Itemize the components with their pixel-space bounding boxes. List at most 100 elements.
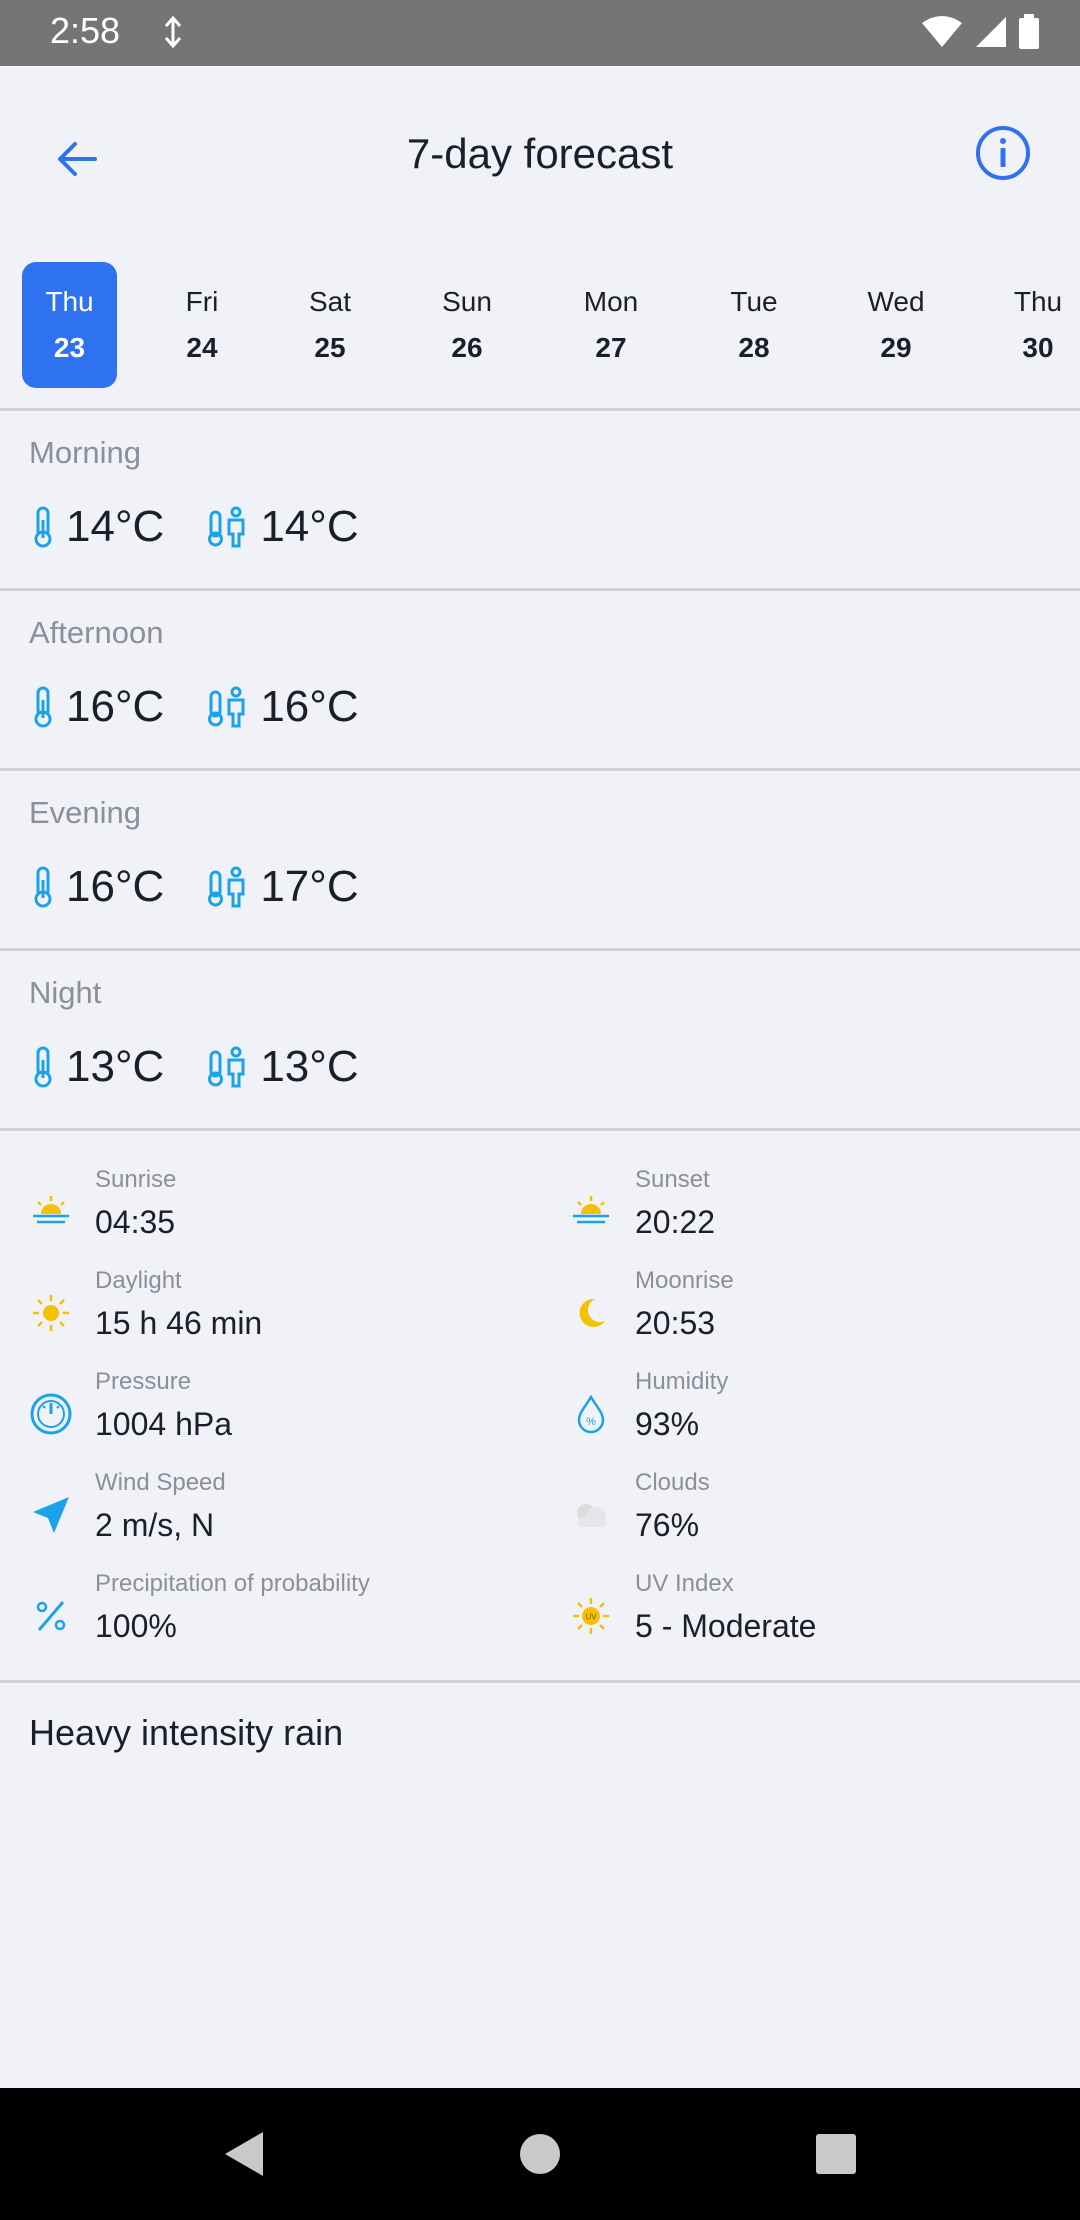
nav-back-button[interactable] — [212, 2122, 276, 2186]
triangle-back-icon — [225, 2132, 263, 2176]
feels-like-temperature: 14°C — [260, 502, 359, 551]
status-bar: 2:58 — [0, 0, 1080, 66]
detail-precipitation: Precipitation of probability 100% — [29, 1570, 529, 1660]
detail-wind: Wind Speed 2 m/s, N — [29, 1469, 529, 1559]
nav-home-button[interactable] — [508, 2122, 572, 2186]
sync-icon — [164, 15, 182, 49]
temperature: 13°C — [66, 1042, 165, 1091]
navigation-bar — [0, 2088, 1080, 2220]
thermometer-icon — [34, 506, 52, 548]
gauge-icon — [29, 1392, 73, 1436]
percent-icon — [29, 1594, 73, 1638]
detail-value: 5 - Moderate — [635, 1608, 817, 1644]
day-tab-selected[interactable]: Thu 23 — [22, 262, 117, 388]
feels-like-temperature: 16°C — [260, 682, 359, 731]
square-recents-icon — [816, 2134, 856, 2174]
humidity-drop-icon: % — [569, 1392, 613, 1436]
day-number: 23 — [53, 332, 86, 363]
signal-icon — [976, 17, 1006, 47]
detail-label: Wind Speed — [95, 1469, 226, 1496]
day-number: 28 — [738, 332, 770, 363]
detail-humidity: % Humidity 93% — [569, 1368, 1069, 1458]
day-number: 30 — [1022, 332, 1054, 363]
day-tab[interactable]: Sun 26 — [417, 262, 517, 388]
day-number: 27 — [595, 332, 627, 363]
thermometer-icon — [34, 686, 52, 728]
temperature: 14°C — [66, 502, 165, 551]
day-tab[interactable]: Mon 27 — [561, 262, 661, 388]
info-icon — [976, 126, 1030, 180]
detail-label: Sunset — [635, 1166, 710, 1193]
detail-clouds: Clouds 76% — [569, 1469, 1069, 1559]
detail-value: 15 h 46 min — [95, 1305, 263, 1341]
page-title: 7-day forecast — [406, 130, 674, 177]
feels-like-temperature: 17°C — [260, 862, 359, 911]
detail-sunset: Sunset 20:22 — [569, 1166, 1069, 1256]
detail-value: 04:35 — [95, 1204, 176, 1240]
day-tab[interactable]: Sat 25 — [280, 262, 380, 388]
temperature: 16°C — [66, 862, 165, 911]
day-selector: Thu 23 Fri 24 Sat 25 Sun 26 Mon 27 Tue 2… — [0, 262, 1080, 392]
day-name: Thu — [1013, 286, 1063, 317]
detail-value: 76% — [635, 1507, 700, 1543]
detail-value: 93% — [635, 1406, 700, 1442]
thermometer-icon — [34, 866, 52, 908]
battery-icon — [1019, 14, 1039, 49]
info-button[interactable] — [970, 120, 1036, 186]
day-number: 24 — [186, 332, 218, 363]
wind-direction-icon — [29, 1493, 73, 1537]
period-values: 14°C 14°C — [32, 502, 403, 551]
period-label: Afternoon — [29, 615, 164, 650]
detail-label: Humidity — [635, 1368, 729, 1395]
day-name: Thu — [45, 286, 94, 317]
sunset-icon — [569, 1190, 613, 1234]
day-number: 26 — [451, 332, 483, 363]
nav-recents-button[interactable] — [804, 2122, 868, 2186]
detail-pressure: Pressure 1004 hPa — [29, 1368, 529, 1458]
thermometer-icon — [34, 1046, 52, 1088]
detail-label: Precipitation of probability — [95, 1570, 370, 1597]
feels-like-icon — [208, 1046, 245, 1088]
detail-value: 100% — [95, 1608, 177, 1644]
status-icons — [920, 14, 1040, 50]
period-label: Morning — [29, 435, 141, 470]
uv-icon: UV — [569, 1594, 613, 1638]
status-time: 2:58 — [50, 10, 121, 51]
day-tab[interactable]: Thu 30 — [988, 262, 1080, 388]
period-night: Night 13°C 13°C — [0, 951, 1080, 1129]
day-name: Fri — [185, 286, 219, 317]
feels-like-temperature: 13°C — [260, 1042, 359, 1091]
day-name: Wed — [867, 286, 925, 317]
temperature: 16°C — [66, 682, 165, 731]
day-name: Sat — [308, 286, 352, 317]
day-tab[interactable]: Wed 29 — [846, 262, 946, 388]
period-afternoon: Afternoon 16°C 16°C — [0, 591, 1080, 769]
weather-description: Heavy intensity rain — [29, 1712, 344, 1753]
svg-text:UV: UV — [585, 1613, 597, 1622]
day-number: 29 — [880, 332, 912, 363]
divider — [0, 1128, 1080, 1131]
detail-label: Clouds — [635, 1469, 710, 1496]
detail-value: 1004 hPa — [95, 1406, 233, 1442]
svg-text:%: % — [586, 1416, 596, 1428]
app-bar: 7-day forecast — [0, 66, 1080, 242]
period-morning: Morning 14°C 14°C — [0, 411, 1080, 589]
detail-label: Pressure — [95, 1368, 192, 1395]
circle-home-icon — [520, 2134, 560, 2174]
detail-label: Moonrise — [635, 1267, 734, 1294]
feels-like-icon — [208, 686, 245, 728]
detail-uv-index: UV UV Index 5 - Moderate — [569, 1570, 1069, 1660]
cloud-icon — [569, 1493, 613, 1537]
detail-moonrise: Moonrise 20:53 — [569, 1267, 1069, 1357]
detail-sunrise: Sunrise 04:35 — [29, 1166, 529, 1256]
detail-daylight: Daylight 15 h 46 min — [29, 1267, 529, 1357]
day-tab[interactable]: Fri 24 — [152, 262, 252, 388]
detail-value: 20:53 — [635, 1305, 716, 1341]
period-values: 13°C 13°C — [32, 1042, 403, 1091]
day-tab[interactable]: Tue 28 — [704, 262, 804, 388]
period-values: 16°C 17°C — [32, 862, 403, 911]
detail-label: UV Index — [635, 1570, 734, 1597]
period-label: Night — [29, 975, 102, 1010]
day-number: 25 — [314, 332, 346, 363]
feels-like-icon — [208, 866, 245, 908]
